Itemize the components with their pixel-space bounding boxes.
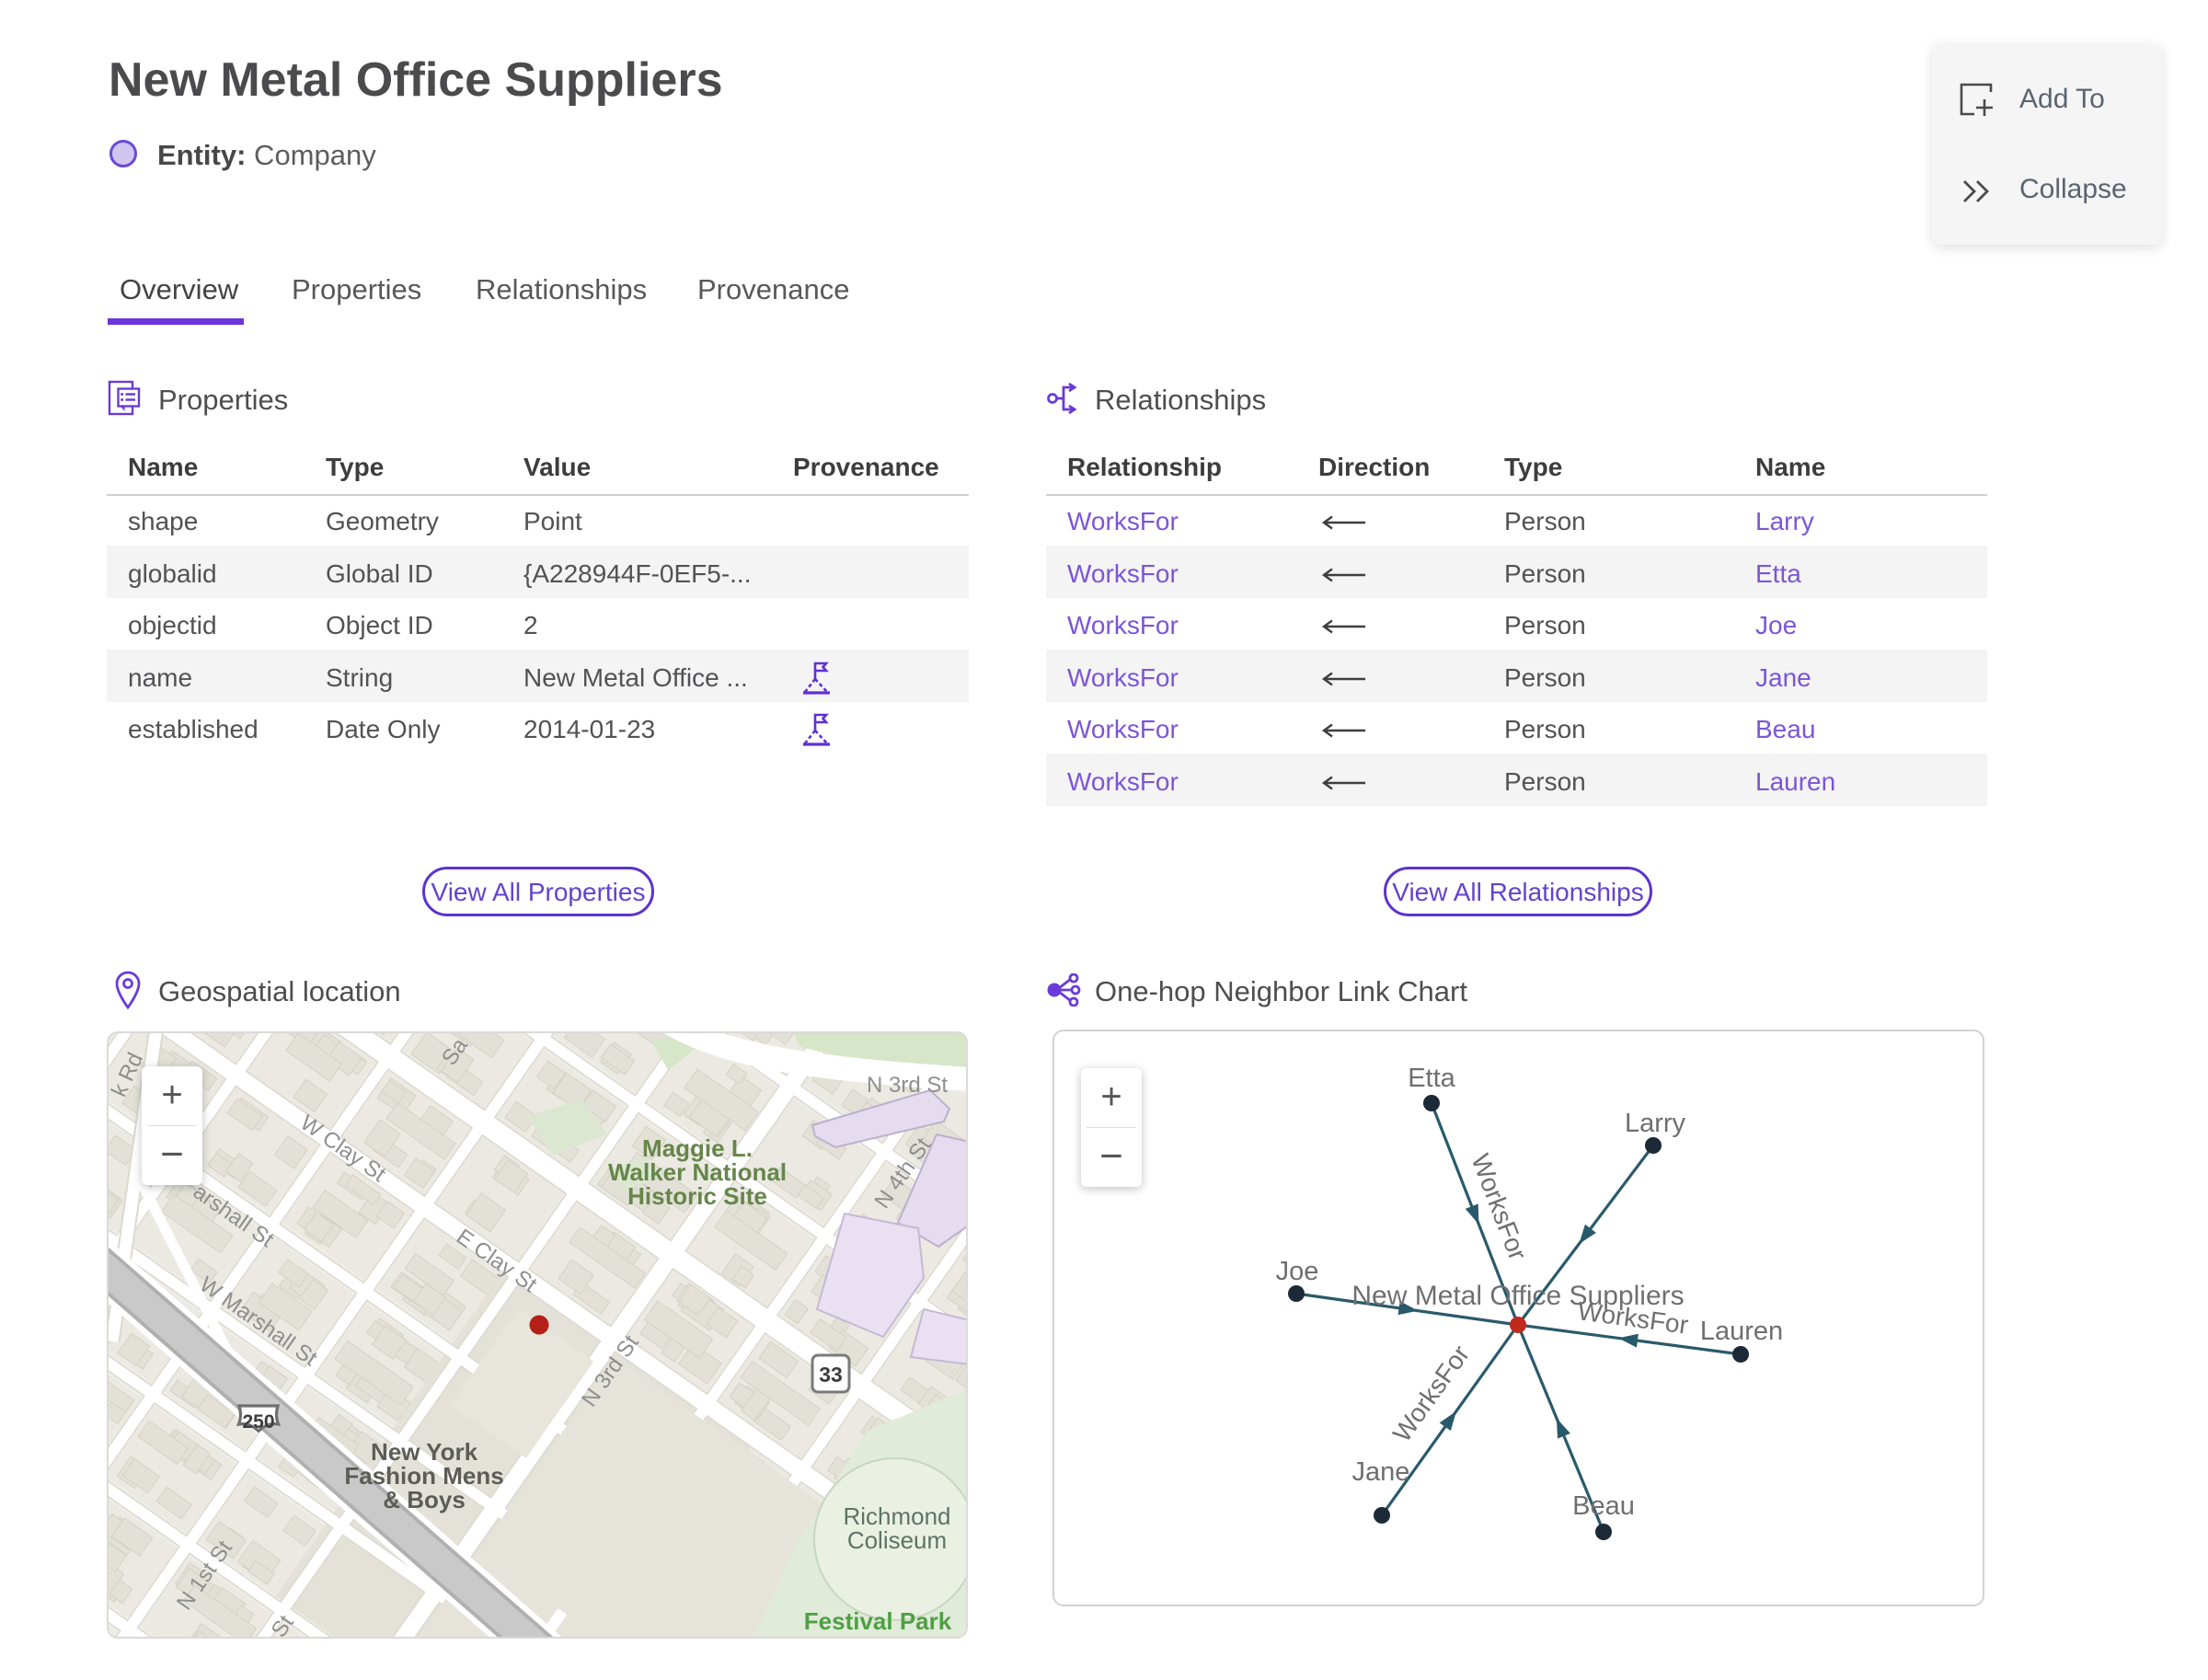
- svg-text:Historic Site: Historic Site: [627, 1182, 767, 1210]
- svg-text:New Metal Office Suppliers: New Metal Office Suppliers: [1351, 1281, 1684, 1311]
- svg-text:Etta: Etta: [1408, 1064, 1455, 1093]
- svg-text:N 3rd St: N 3rd St: [867, 1073, 948, 1098]
- svg-text:Beau: Beau: [1572, 1491, 1635, 1521]
- svg-text:250: 250: [242, 1411, 274, 1433]
- svg-text:Festival Park: Festival Park: [804, 1607, 952, 1635]
- svg-text:Jane: Jane: [1352, 1457, 1410, 1487]
- svg-text:Larry: Larry: [1625, 1109, 1686, 1138]
- svg-text:& Boys: & Boys: [383, 1486, 466, 1513]
- svg-text:33: 33: [819, 1363, 843, 1387]
- svg-text:Joe: Joe: [1276, 1257, 1319, 1286]
- svg-text:Lauren: Lauren: [1700, 1317, 1783, 1346]
- svg-text:Coliseum: Coliseum: [847, 1526, 947, 1554]
- svg-text:WorksFor: WorksFor: [1387, 1341, 1475, 1447]
